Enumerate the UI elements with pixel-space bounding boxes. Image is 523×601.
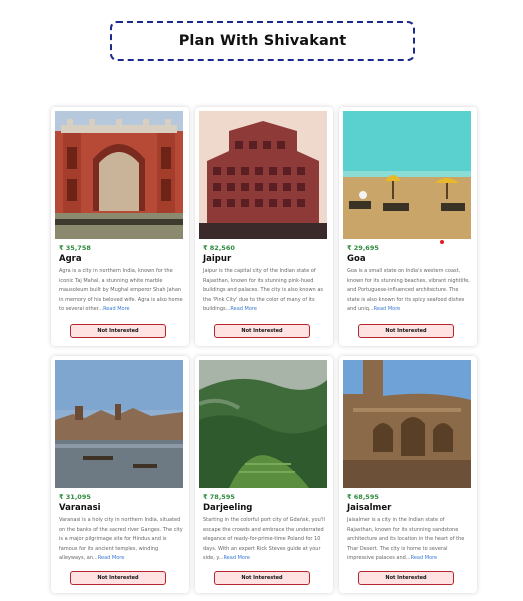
- card-price: ₹ 68,595: [347, 493, 379, 501]
- not-interested-button[interactable]: Not Interested: [214, 571, 310, 585]
- card-description: Jaipur is the capital city of the Indian…: [203, 267, 327, 315]
- read-more-link[interactable]: Read More: [230, 306, 257, 312]
- card-name: Jaisalmer: [347, 503, 392, 513]
- card-description-text: Jaisalmer is a city in the Indian state …: [347, 517, 465, 561]
- card-description: Jaisalmer is a city in the Indian state …: [347, 516, 471, 564]
- read-more-link[interactable]: Read More: [374, 306, 401, 312]
- destination-card-jaisalmer: ₹ 68,595 Jaisalmer Jaisalmer is a city i…: [339, 356, 477, 593]
- read-more-link[interactable]: Read More: [223, 555, 250, 561]
- not-interested-button[interactable]: Not Interested: [358, 324, 454, 338]
- read-more-link[interactable]: Read More: [98, 555, 125, 561]
- card-price: ₹ 35,758: [59, 244, 91, 252]
- varanasi-ghats-image[interactable]: [55, 360, 183, 488]
- card-price: ₹ 29,695: [347, 244, 379, 252]
- card-price: ₹ 78,595: [203, 493, 235, 501]
- card-description: Starting in the colorful port city of Gd…: [203, 516, 327, 564]
- card-name: Goa: [347, 254, 366, 264]
- destination-card-jaipur: ₹ 82,560 Jaipur Jaipur is the capital ci…: [195, 107, 333, 346]
- card-name: Jaipur: [203, 254, 232, 264]
- card-price: ₹ 82,560: [203, 244, 235, 252]
- not-interested-button[interactable]: Not Interested: [214, 324, 310, 338]
- card-description: Goa is a small state on India's western …: [347, 267, 471, 315]
- page-title-box: Plan With Shivakant: [110, 21, 415, 61]
- jaipur-hawa-mahal-image[interactable]: [199, 111, 327, 239]
- destination-card-varanasi: ₹ 31,095 Varanasi Varanasi is a holy cit…: [51, 356, 189, 593]
- card-name: Agra: [59, 254, 82, 264]
- card-description-text: Starting in the colorful port city of Gd…: [203, 517, 325, 561]
- card-name: Darjeeling: [203, 503, 253, 513]
- darjeeling-hills-image[interactable]: [199, 360, 327, 488]
- card-description: Varanasi is a holy city in northern Indi…: [59, 516, 183, 564]
- not-interested-button[interactable]: Not Interested: [70, 571, 166, 585]
- goa-beach-image[interactable]: [343, 111, 471, 239]
- card-name: Varanasi: [59, 503, 101, 513]
- read-more-link[interactable]: Read More: [103, 306, 130, 312]
- not-interested-button[interactable]: Not Interested: [70, 324, 166, 338]
- read-more-link[interactable]: Read More: [411, 555, 438, 561]
- card-description: Agra is a city in northern India, known …: [59, 267, 183, 315]
- red-dot-marker: [440, 240, 444, 244]
- card-price: ₹ 31,095: [59, 493, 91, 501]
- agra-taj-mahal-gate-image[interactable]: [55, 111, 183, 239]
- jaisalmer-haveli-image[interactable]: [343, 360, 471, 488]
- card-description-text: Goa is a small state on India's western …: [347, 268, 470, 312]
- destination-card-goa: ₹ 29,695 Goa Goa is a small state on Ind…: [339, 107, 477, 346]
- destination-card-agra: ₹ 35,758 Agra Agra is a city in northern…: [51, 107, 189, 346]
- destination-card-darjeeling: ₹ 78,595 Darjeeling Starting in the colo…: [195, 356, 333, 593]
- card-description-text: Jaipur is the capital city of the Indian…: [203, 268, 323, 312]
- page-title: Plan With Shivakant: [178, 33, 347, 49]
- not-interested-button[interactable]: Not Interested: [358, 571, 454, 585]
